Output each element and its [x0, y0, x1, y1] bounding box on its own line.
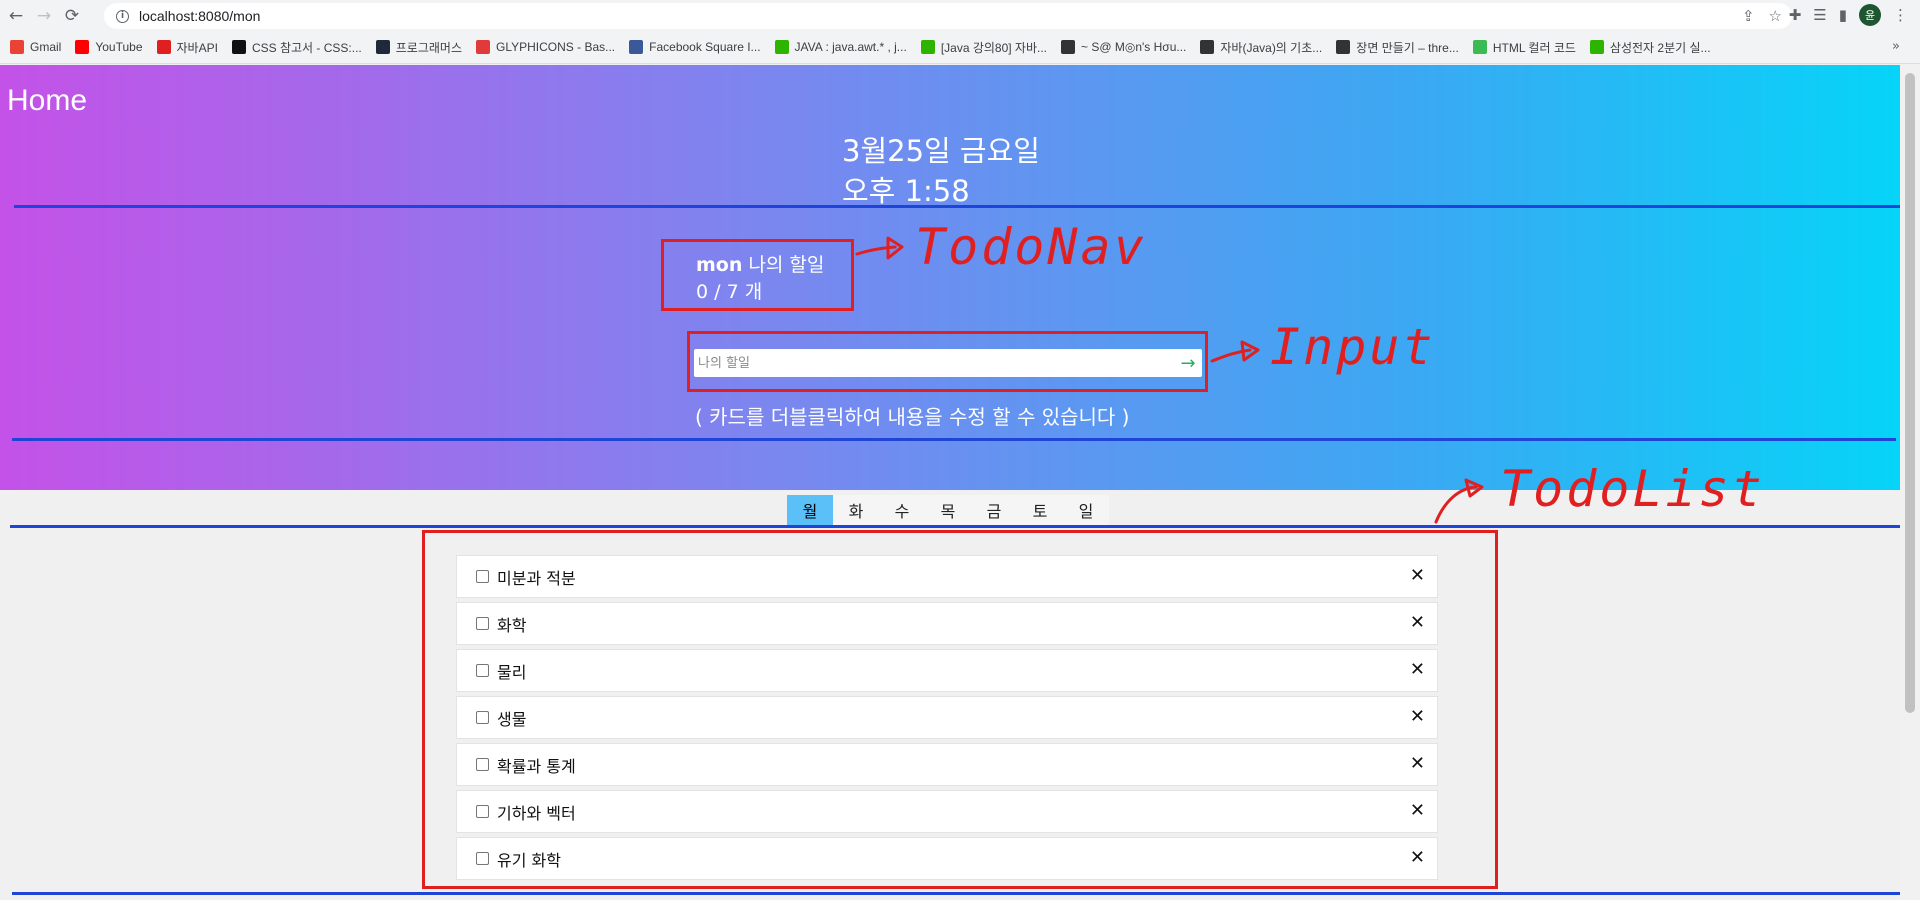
menu-kebab-icon[interactable]: ⋮ — [1893, 6, 1908, 24]
bookmark-favicon-icon — [920, 40, 935, 54]
bookmarks-more-icon[interactable]: » — [1892, 39, 1900, 54]
share-icon[interactable]: ⇪ — [1742, 7, 1755, 25]
bookmark-item[interactable]: 장면 만들기 – thre... — [1336, 39, 1459, 56]
day-tab[interactable]: 화 — [833, 495, 879, 525]
bookmark-item[interactable]: Gmail — [10, 40, 61, 54]
bookmark-item[interactable]: ~ S@ M◎n's Hσu... — [1061, 40, 1186, 54]
forward-arrow-icon[interactable]: → — [32, 4, 56, 28]
site-info-icon[interactable]: i — [116, 9, 129, 23]
day-tab[interactable]: 목 — [925, 495, 971, 525]
bookmark-label: Facebook Square I... — [649, 40, 761, 54]
bookmark-label: 자바API — [176, 40, 218, 55]
bookmark-label: 장면 만들기 – thre... — [1356, 40, 1459, 55]
address-bar[interactable]: i localhost:8080/mon ⇪ ☆ — [104, 3, 1792, 29]
bookmark-favicon-icon — [1200, 40, 1215, 54]
bookmark-item[interactable]: HTML 컬러 코드 — [1472, 39, 1576, 56]
bookmark-item[interactable]: Facebook Square I... — [629, 40, 761, 54]
day-tab[interactable]: 토 — [1017, 495, 1063, 525]
bookmark-favicon-icon — [231, 40, 246, 54]
arrow-to-todolist — [1434, 485, 1478, 524]
bookmark-favicon-icon — [375, 40, 390, 54]
annotation-divider-line — [10, 525, 1908, 528]
bookmark-favicon-icon — [156, 40, 171, 54]
day-tabs: 월화수목금토일 — [787, 495, 1109, 525]
browser-toolbar: ← → ⟳ i localhost:8080/mon ⇪ ☆ ✚ ☰ ▮ 윤 ⋮ — [0, 0, 1920, 31]
bookmark-label: [Java 강의80] 자바... — [940, 40, 1048, 55]
back-arrow-icon[interactable]: ← — [4, 4, 28, 28]
bookmark-item[interactable]: 자바API — [156, 39, 218, 56]
bookmark-favicon-icon — [1472, 40, 1487, 54]
bookmark-favicon-icon — [774, 40, 789, 54]
bookmark-favicon-icon — [476, 40, 490, 54]
day-tab[interactable]: 금 — [971, 495, 1017, 525]
bookmark-favicon-icon — [1336, 40, 1351, 54]
day-tab[interactable]: 일 — [1063, 495, 1109, 525]
bookmark-star-icon[interactable]: ☆ — [1769, 7, 1782, 25]
annotation-box-todonav — [661, 239, 854, 311]
bookmark-item[interactable]: 자바(Java)의 기초... — [1200, 39, 1322, 56]
bookmark-favicon-icon — [1061, 40, 1076, 54]
annotation-divider-line — [14, 205, 1904, 208]
annotation-label-todolist: TodoList — [1500, 460, 1765, 518]
bookmark-item[interactable]: JAVA : java.awt.* , j... — [774, 40, 907, 54]
extensions-icon[interactable]: ✚ — [1789, 6, 1802, 24]
bookmark-item[interactable]: [Java 강의80] 자바... — [920, 39, 1048, 56]
reading-list-icon[interactable]: ☰ — [1813, 6, 1826, 24]
bookmark-item[interactable]: 삼성전자 2분기 실... — [1589, 39, 1711, 56]
bookmark-favicon-icon — [10, 40, 24, 54]
bookmark-label: YouTube — [95, 40, 143, 54]
annotation-label-input: Input — [1270, 318, 1436, 376]
bookmark-favicon-icon — [1589, 40, 1604, 54]
bookmark-item[interactable]: 프로그래머스 — [375, 39, 462, 56]
bookmark-label: CSS 참고서 - CSS:... — [251, 40, 362, 55]
annotation-divider-line — [12, 438, 1896, 441]
bookmark-label: ~ S@ M◎n's Hσu... — [1081, 40, 1187, 54]
reload-icon[interactable]: ⟳ — [60, 4, 84, 28]
annotation-box-todolist — [422, 530, 1498, 889]
scrollbar-thumb[interactable] — [1905, 73, 1915, 713]
bookmark-item[interactable]: GLYPHICONS - Bas... — [476, 40, 615, 54]
bookmark-favicon-icon — [629, 40, 644, 54]
bookmark-label: 자바(Java)의 기초... — [1220, 40, 1323, 55]
annotation-box-input — [687, 331, 1208, 392]
side-panel-icon[interactable]: ▮ — [1839, 6, 1847, 24]
date-text: 3월25일 금요일 — [842, 134, 1040, 168]
bookmark-label: Gmail — [30, 40, 62, 54]
bookmark-label: HTML 컬러 코드 — [1492, 40, 1576, 55]
day-tab[interactable]: 월 — [787, 495, 833, 525]
page-scrollbar[interactable] — [1900, 65, 1920, 900]
date-time: 3월25일 금요일 오후 1:58 — [842, 131, 1040, 211]
bookmark-label: JAVA : java.awt.* , j... — [794, 40, 907, 54]
bookmark-label: 삼성전자 2분기 실... — [1609, 40, 1711, 55]
bookmark-item[interactable]: CSS 참고서 - CSS:... — [231, 39, 362, 56]
url-text[interactable]: localhost:8080/mon — [139, 8, 260, 24]
page-header: Home 3월25일 금요일 오후 1:58 mon 나의 할일 0 / 7 개… — [0, 65, 1900, 490]
bookmark-label: 프로그래머스 — [395, 40, 462, 55]
day-tab[interactable]: 수 — [879, 495, 925, 525]
bookmark-label: GLYPHICONS - Bas... — [496, 40, 616, 54]
profile-avatar[interactable]: 윤 — [1859, 4, 1881, 26]
home-title: Home — [7, 84, 88, 117]
bookmarks-bar: Gmail YouTube 자바API CSS 참고서 - CSS:... 프로그래머스… — [0, 31, 1920, 64]
edit-hint-text: ( 카드를 더블클릭하여 내용을 수정 할 수 있습니다 ) — [695, 405, 1130, 429]
bookmark-item[interactable]: YouTube — [75, 40, 143, 54]
bookmark-favicon-icon — [75, 40, 90, 54]
annotation-label-todonav: TodoNav — [915, 218, 1147, 276]
annotation-divider-line — [12, 892, 1916, 895]
